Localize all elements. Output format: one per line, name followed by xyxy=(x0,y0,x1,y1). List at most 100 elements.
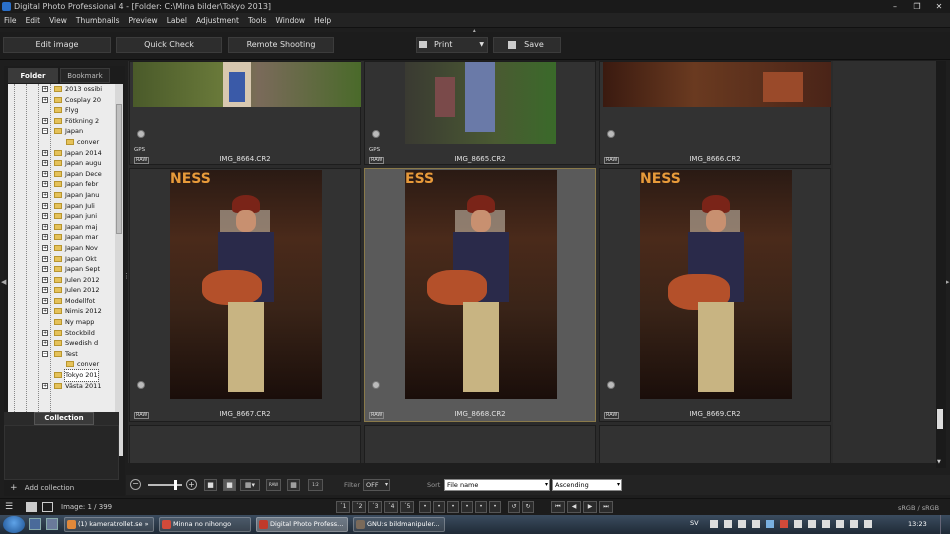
expand-icon[interactable]: + xyxy=(42,244,48,251)
folder-tree-item[interactable]: + Japan 2014 xyxy=(8,148,115,159)
save-button[interactable]: Save xyxy=(493,37,561,53)
tab-folder[interactable]: Folder xyxy=(8,68,58,83)
panel-collapse-left-icon[interactable]: ◀ xyxy=(1,278,6,286)
zoom-slider-handle[interactable] xyxy=(174,480,177,490)
folder-tree-item[interactable]: + Japan febr xyxy=(8,179,115,190)
folder-tree-item[interactable]: Tokyo 201 xyxy=(8,369,115,382)
rating-4-button[interactable]: ´4 xyxy=(384,501,398,513)
collapse-icon[interactable]: − xyxy=(42,350,48,357)
quick-check-button[interactable]: Quick Check xyxy=(116,37,222,53)
label-dot-3[interactable]: • xyxy=(447,501,459,513)
thumbnail-image[interactable]: NESS xyxy=(640,170,792,399)
close-button[interactable]: ✕ xyxy=(928,0,950,13)
edit-image-button[interactable]: Edit image xyxy=(3,37,111,53)
tab-collection[interactable]: Collection xyxy=(34,412,94,425)
menu-edit[interactable]: Edit xyxy=(26,16,41,25)
folder-tree-item[interactable]: + Japan juni xyxy=(8,211,115,222)
view-large-icon[interactable]: ■ xyxy=(223,479,236,491)
rating-2-button[interactable]: ´2 xyxy=(352,501,366,513)
expand-icon[interactable]: + xyxy=(42,382,48,389)
expand-icon[interactable]: + xyxy=(42,202,48,209)
battery-icon[interactable] xyxy=(836,520,844,528)
list-view-icon[interactable]: ☰ xyxy=(5,502,16,512)
view-small-icon[interactable]: ■ xyxy=(204,479,217,491)
folder-tree-item[interactable]: − Japan xyxy=(8,126,115,137)
tray-icon[interactable] xyxy=(710,520,718,528)
menu-window[interactable]: Window xyxy=(275,16,305,25)
label-dot-1[interactable]: • xyxy=(419,501,431,513)
thumbnail-image[interactable]: NESS xyxy=(170,170,322,399)
thumbnail-cell[interactable] xyxy=(599,425,831,463)
chevron-down-icon[interactable]: ▼ xyxy=(479,38,484,52)
folder-tree-item[interactable]: + Japan Nov xyxy=(8,243,115,254)
thumbnail-cell-selected[interactable]: ESS RAW IMG_8668.CR2 xyxy=(364,168,596,422)
expand-icon[interactable]: + xyxy=(42,308,48,315)
expand-icon[interactable]: + xyxy=(42,181,48,188)
expand-icon[interactable]: + xyxy=(42,297,48,304)
first-image-icon[interactable]: ⏮ xyxy=(551,501,565,513)
tray-icon[interactable] xyxy=(808,520,816,528)
minimize-button[interactable]: – xyxy=(884,0,906,13)
expand-icon[interactable]: + xyxy=(42,86,48,92)
thumbnail-cell[interactable]: GPS RAW IMG_8665.CR2 xyxy=(364,61,596,165)
folder-tree-item[interactable]: + Japan mar xyxy=(8,232,115,243)
collapse-icon[interactable]: − xyxy=(42,128,48,135)
expand-icon[interactable]: + xyxy=(42,96,48,103)
grid-view-icon[interactable]: ▦ xyxy=(287,479,300,491)
folder-tree-item[interactable]: + Västa 2011 xyxy=(8,381,115,392)
volume-icon[interactable] xyxy=(864,520,872,528)
folder-tree-item[interactable]: + Fötkning 2 xyxy=(8,116,115,127)
rotate-right-icon[interactable]: ↻ xyxy=(522,501,534,513)
expand-icon[interactable]: + xyxy=(42,329,48,336)
label-dot-4[interactable]: • xyxy=(461,501,473,513)
detail-view-icon[interactable] xyxy=(42,502,53,512)
thumbnail-image[interactable] xyxy=(133,62,361,107)
thumbnail-cell[interactable]: NESS RAW IMG_8667.CR2 xyxy=(129,168,361,422)
rating-5-button[interactable]: ´5 xyxy=(400,501,414,513)
label-dot-2[interactable]: • xyxy=(433,501,445,513)
menu-file[interactable]: File xyxy=(4,16,17,25)
folder-tree-item[interactable]: Ny mapp xyxy=(8,317,115,328)
folder-tree-item[interactable]: + Japan augu xyxy=(8,158,115,169)
expand-icon[interactable]: + xyxy=(42,191,48,198)
menu-view[interactable]: View xyxy=(49,16,67,25)
folder-tree-item[interactable]: + Japan maj xyxy=(8,222,115,233)
folder-tree-item[interactable]: Flyg xyxy=(8,105,115,116)
thumbnail-cell[interactable]: GPS RAW IMG_8664.CR2 xyxy=(129,61,361,165)
zoom-in-icon[interactable]: + xyxy=(186,479,197,490)
folder-tree-item[interactable]: + Japan Okt xyxy=(8,254,115,265)
tab-bookmark[interactable]: Bookmark xyxy=(60,68,110,83)
thumbnail-image[interactable] xyxy=(405,62,556,144)
task-gimp[interactable]: GNU:s bildmanipuler... xyxy=(353,517,445,532)
tree-scrollbar[interactable] xyxy=(115,84,123,456)
remote-shooting-button[interactable]: Remote Shooting xyxy=(228,37,334,53)
rating-1-button[interactable]: ´1 xyxy=(336,501,350,513)
menu-tools[interactable]: Tools xyxy=(248,16,266,25)
folder-tree-item[interactable]: + Julen 2012 xyxy=(8,285,115,296)
rotate-left-icon[interactable]: ↺ xyxy=(508,501,520,513)
folder-tree-item[interactable]: conver xyxy=(8,359,115,370)
expand-icon[interactable]: + xyxy=(42,234,48,241)
language-indicator[interactable]: SV xyxy=(690,519,699,527)
raw-jpeg-icon[interactable]: RAW xyxy=(266,479,281,491)
folder-tree-item[interactable]: + Nimis 2012 xyxy=(8,306,115,317)
tray-icon[interactable] xyxy=(738,520,746,528)
thumbnail-cell[interactable]: RAW IMG_8666.CR2 xyxy=(599,61,831,165)
task-dpp[interactable]: Digital Photo Profess... xyxy=(256,517,348,532)
expand-icon[interactable]: + xyxy=(42,149,48,156)
thumbnail-image[interactable] xyxy=(603,62,831,107)
scrollbar-thumb[interactable] xyxy=(937,409,943,429)
folder-tree-item[interactable]: − Test xyxy=(8,349,115,360)
menu-preview[interactable]: Preview xyxy=(129,16,158,25)
thumbnail-cell[interactable] xyxy=(364,425,596,463)
folder-tree-item[interactable]: + Julen 2012 xyxy=(8,275,115,286)
view-options-icon[interactable]: ▦▾ xyxy=(240,479,260,491)
folder-tree-item[interactable]: +2013 ossibi xyxy=(8,84,115,95)
thumbnail-image[interactable]: ESS xyxy=(405,170,557,399)
expand-icon[interactable]: + xyxy=(42,223,48,230)
folder-tree-item[interactable]: + Japan Janu xyxy=(8,190,115,201)
zoom-out-icon[interactable]: − xyxy=(130,479,141,490)
expand-icon[interactable]: + xyxy=(42,276,48,283)
folder-tree-item[interactable]: + Swedish d xyxy=(8,338,115,349)
ratio-icon[interactable]: 1:2 xyxy=(308,479,323,491)
